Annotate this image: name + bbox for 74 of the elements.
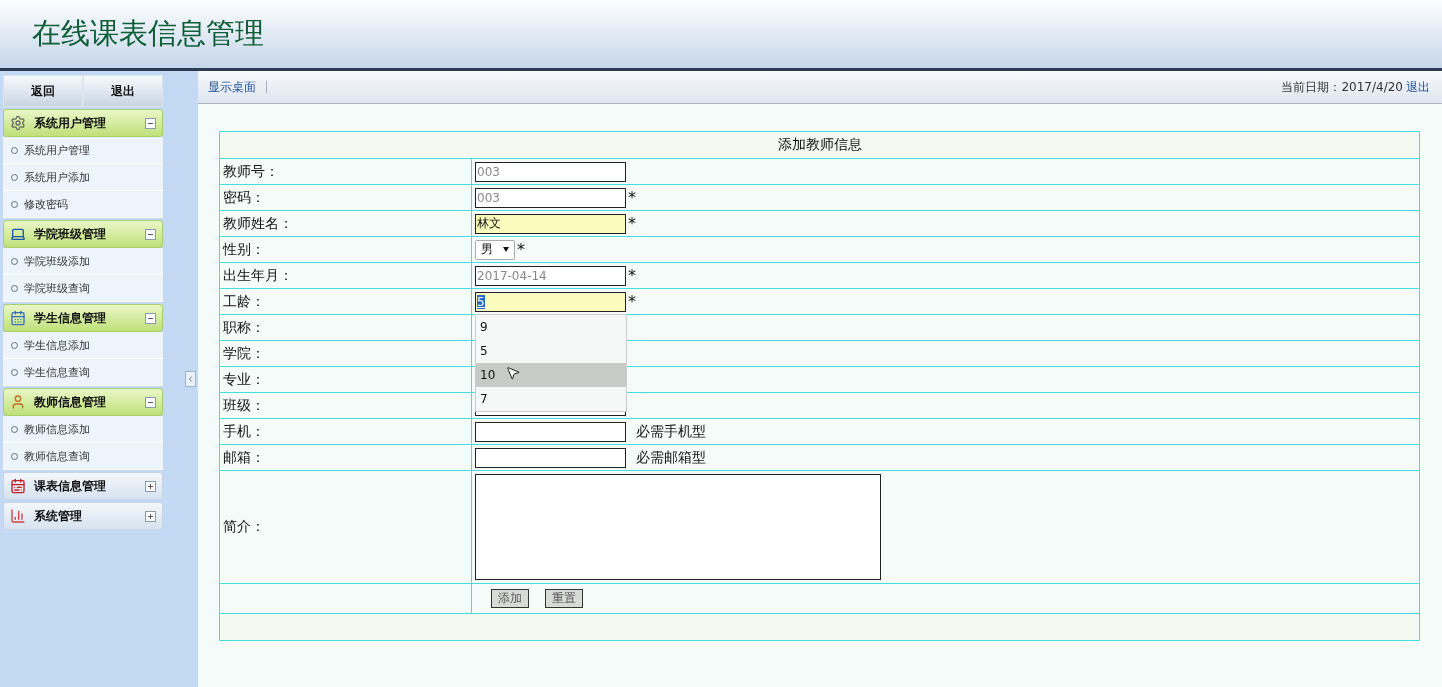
menu-item[interactable]: 学院班级添加 — [3, 248, 163, 275]
form-title: 添加教师信息 — [219, 131, 1420, 159]
field-hint: 必需邮箱型 — [636, 448, 706, 467]
field-label: 密码： — [219, 184, 472, 211]
form-button[interactable]: 重置 — [545, 589, 583, 608]
group-title: 系统管理 — [34, 507, 83, 525]
group-title: 教师信息管理 — [34, 393, 107, 411]
collapse-icon[interactable] — [145, 117, 156, 129]
field-label: 教师号： — [219, 158, 472, 185]
field-label: 简介： — [219, 470, 472, 584]
input-field[interactable] — [475, 421, 626, 442]
field-label: 教师姓名： — [219, 210, 472, 237]
form-button[interactable]: 添加 — [491, 589, 529, 608]
textarea-field[interactable] — [475, 474, 881, 580]
input-field[interactable]: 林文 — [475, 213, 626, 234]
group-icon — [10, 115, 26, 131]
suggestion-option[interactable]: 9 — [476, 314, 626, 339]
sidebar-button[interactable]: 退出 — [83, 75, 163, 107]
group-icon — [10, 226, 26, 242]
group-title: 学生信息管理 — [34, 309, 107, 327]
menu-item[interactable]: 学院班级查询 — [3, 275, 163, 302]
expand-icon[interactable] — [145, 480, 156, 492]
required-mark: * — [628, 214, 636, 233]
suggestion-option[interactable]: 10 — [476, 362, 626, 387]
menu-group-header[interactable]: 系统用户管理 — [3, 109, 163, 137]
group-icon — [10, 508, 26, 524]
field-hint: 必需手机型 — [636, 422, 706, 441]
group-icon — [10, 478, 26, 494]
pointer-icon — [505, 364, 521, 381]
menu-item[interactable]: 系统用户添加 — [3, 164, 163, 191]
menu-item[interactable]: 教师信息添加 — [3, 416, 163, 443]
expand-icon[interactable] — [145, 510, 156, 522]
gender-select[interactable]: 男 — [475, 239, 515, 260]
collapse-icon[interactable] — [145, 312, 156, 324]
field-label: 出生年月： — [219, 262, 472, 289]
current-date: 当前日期：2017/4/20 — [1281, 78, 1403, 96]
group-icon — [10, 310, 26, 326]
required-mark: * — [628, 188, 636, 207]
menu-item[interactable]: 教师信息查询 — [3, 443, 163, 470]
field-label: 班级： — [219, 392, 472, 419]
required-mark: * — [628, 266, 636, 285]
field-label: 性别： — [219, 236, 472, 263]
required-mark: * — [628, 292, 636, 311]
group-title: 学院班级管理 — [34, 225, 107, 243]
app-title: 在线课表信息管理 — [32, 15, 264, 52]
desktop-link[interactable]: 显示桌面 — [208, 78, 256, 96]
group-icon — [10, 394, 26, 410]
menu-group-header[interactable]: 教师信息管理 — [3, 388, 163, 416]
field-label: 邮箱： — [219, 444, 472, 471]
group-title: 系统用户管理 — [34, 114, 107, 132]
field-label: 专业： — [219, 366, 472, 393]
field-label: 工龄： — [219, 288, 472, 315]
field-label: 职称： — [219, 314, 472, 341]
menu-item[interactable]: 学生信息查询 — [3, 359, 163, 386]
group-title: 课表信息管理 — [34, 477, 107, 495]
input-field[interactable] — [475, 447, 626, 468]
required-mark: * — [517, 240, 525, 259]
suggestion-option[interactable]: 5 — [476, 338, 626, 363]
collapse-icon[interactable] — [145, 228, 156, 240]
menu-item[interactable]: 修改密码 — [3, 191, 163, 218]
sidebar-button[interactable]: 返回 — [3, 75, 83, 107]
menu-group-header[interactable]: 系统管理 — [3, 502, 163, 530]
menu-item[interactable]: 系统用户管理 — [3, 137, 163, 164]
field-label: 学院： — [219, 340, 472, 367]
collapse-icon[interactable] — [145, 396, 156, 408]
menu-group-header[interactable]: 课表信息管理 — [3, 472, 163, 500]
menu-item[interactable]: 学生信息添加 — [3, 332, 163, 359]
menu-group-header[interactable]: 学生信息管理 — [3, 304, 163, 332]
chevron-left-icon — [186, 374, 195, 384]
suggestion-option[interactable]: 7 — [476, 386, 626, 411]
logout-link[interactable]: 退出 — [1406, 78, 1430, 96]
menu-group-header[interactable]: 学院班级管理 — [3, 220, 163, 248]
input-field[interactable]: 5 — [475, 291, 626, 312]
field-label: 手机： — [219, 418, 472, 445]
